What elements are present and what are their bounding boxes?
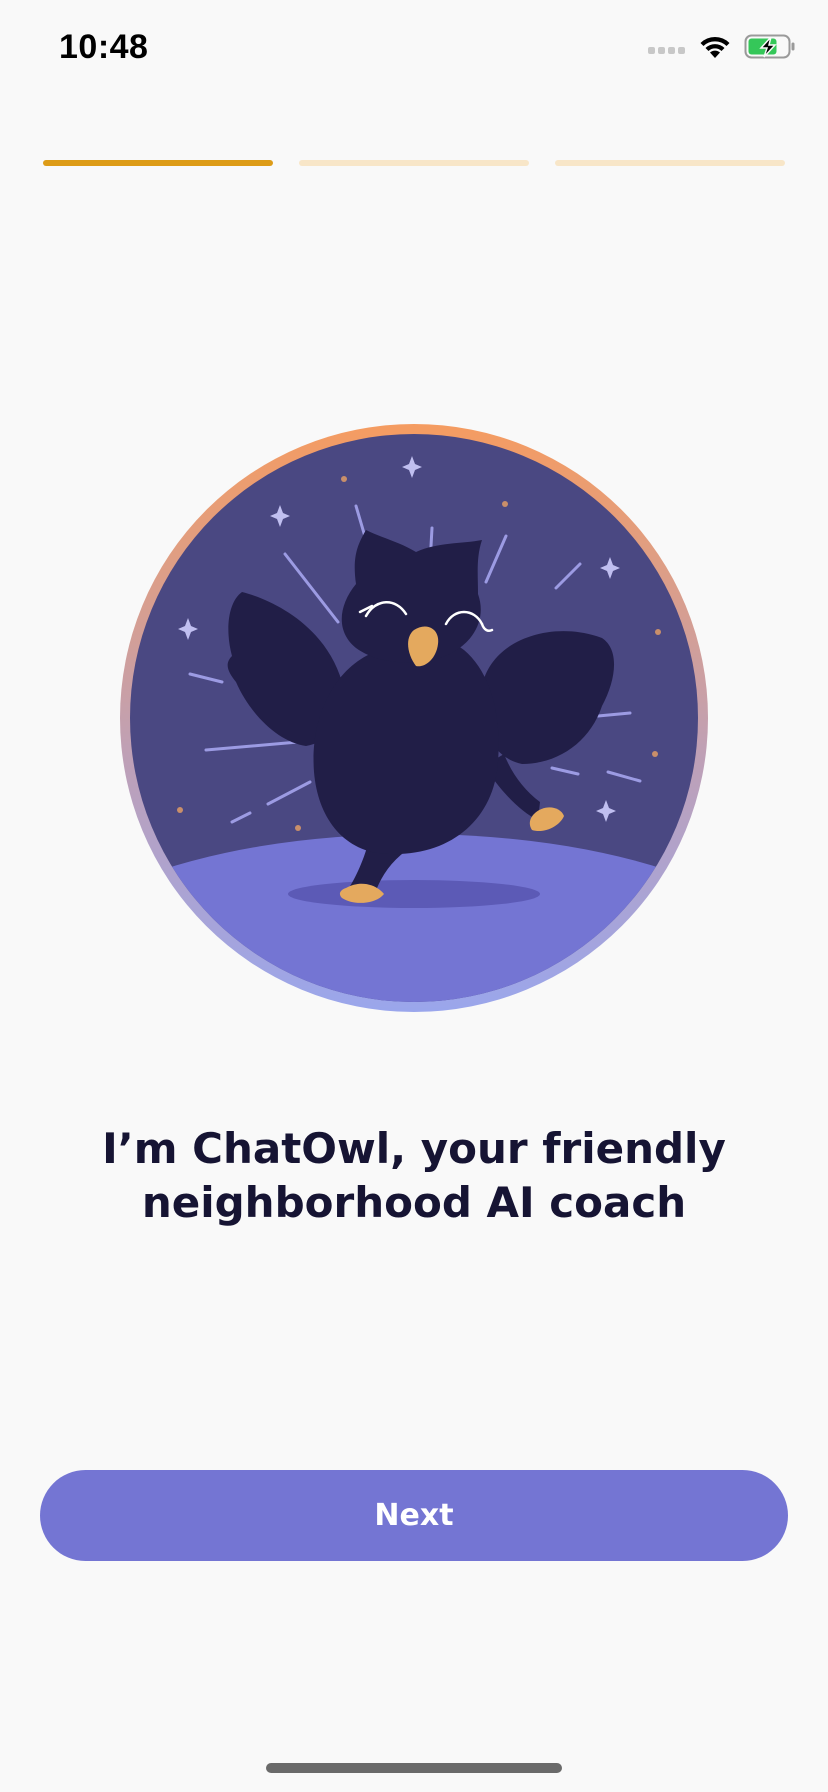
status-bar: 10:48	[0, 0, 828, 100]
battery-charging-icon	[744, 34, 796, 64]
home-indicator[interactable]	[266, 1763, 562, 1773]
dancing-owl-illustration	[120, 424, 708, 1012]
status-time: 10:48	[59, 28, 149, 66]
cellular-dots-icon	[648, 40, 686, 59]
next-button[interactable]: Next	[40, 1470, 788, 1561]
wifi-icon	[698, 34, 732, 64]
onboarding-progress	[43, 160, 785, 166]
progress-step-2	[299, 160, 529, 166]
progress-step-1	[43, 160, 273, 166]
progress-step-3	[555, 160, 785, 166]
onboarding-headline: I’m ChatOwl, your friendly neighborhood …	[102, 1124, 726, 1227]
status-icons	[648, 34, 796, 64]
